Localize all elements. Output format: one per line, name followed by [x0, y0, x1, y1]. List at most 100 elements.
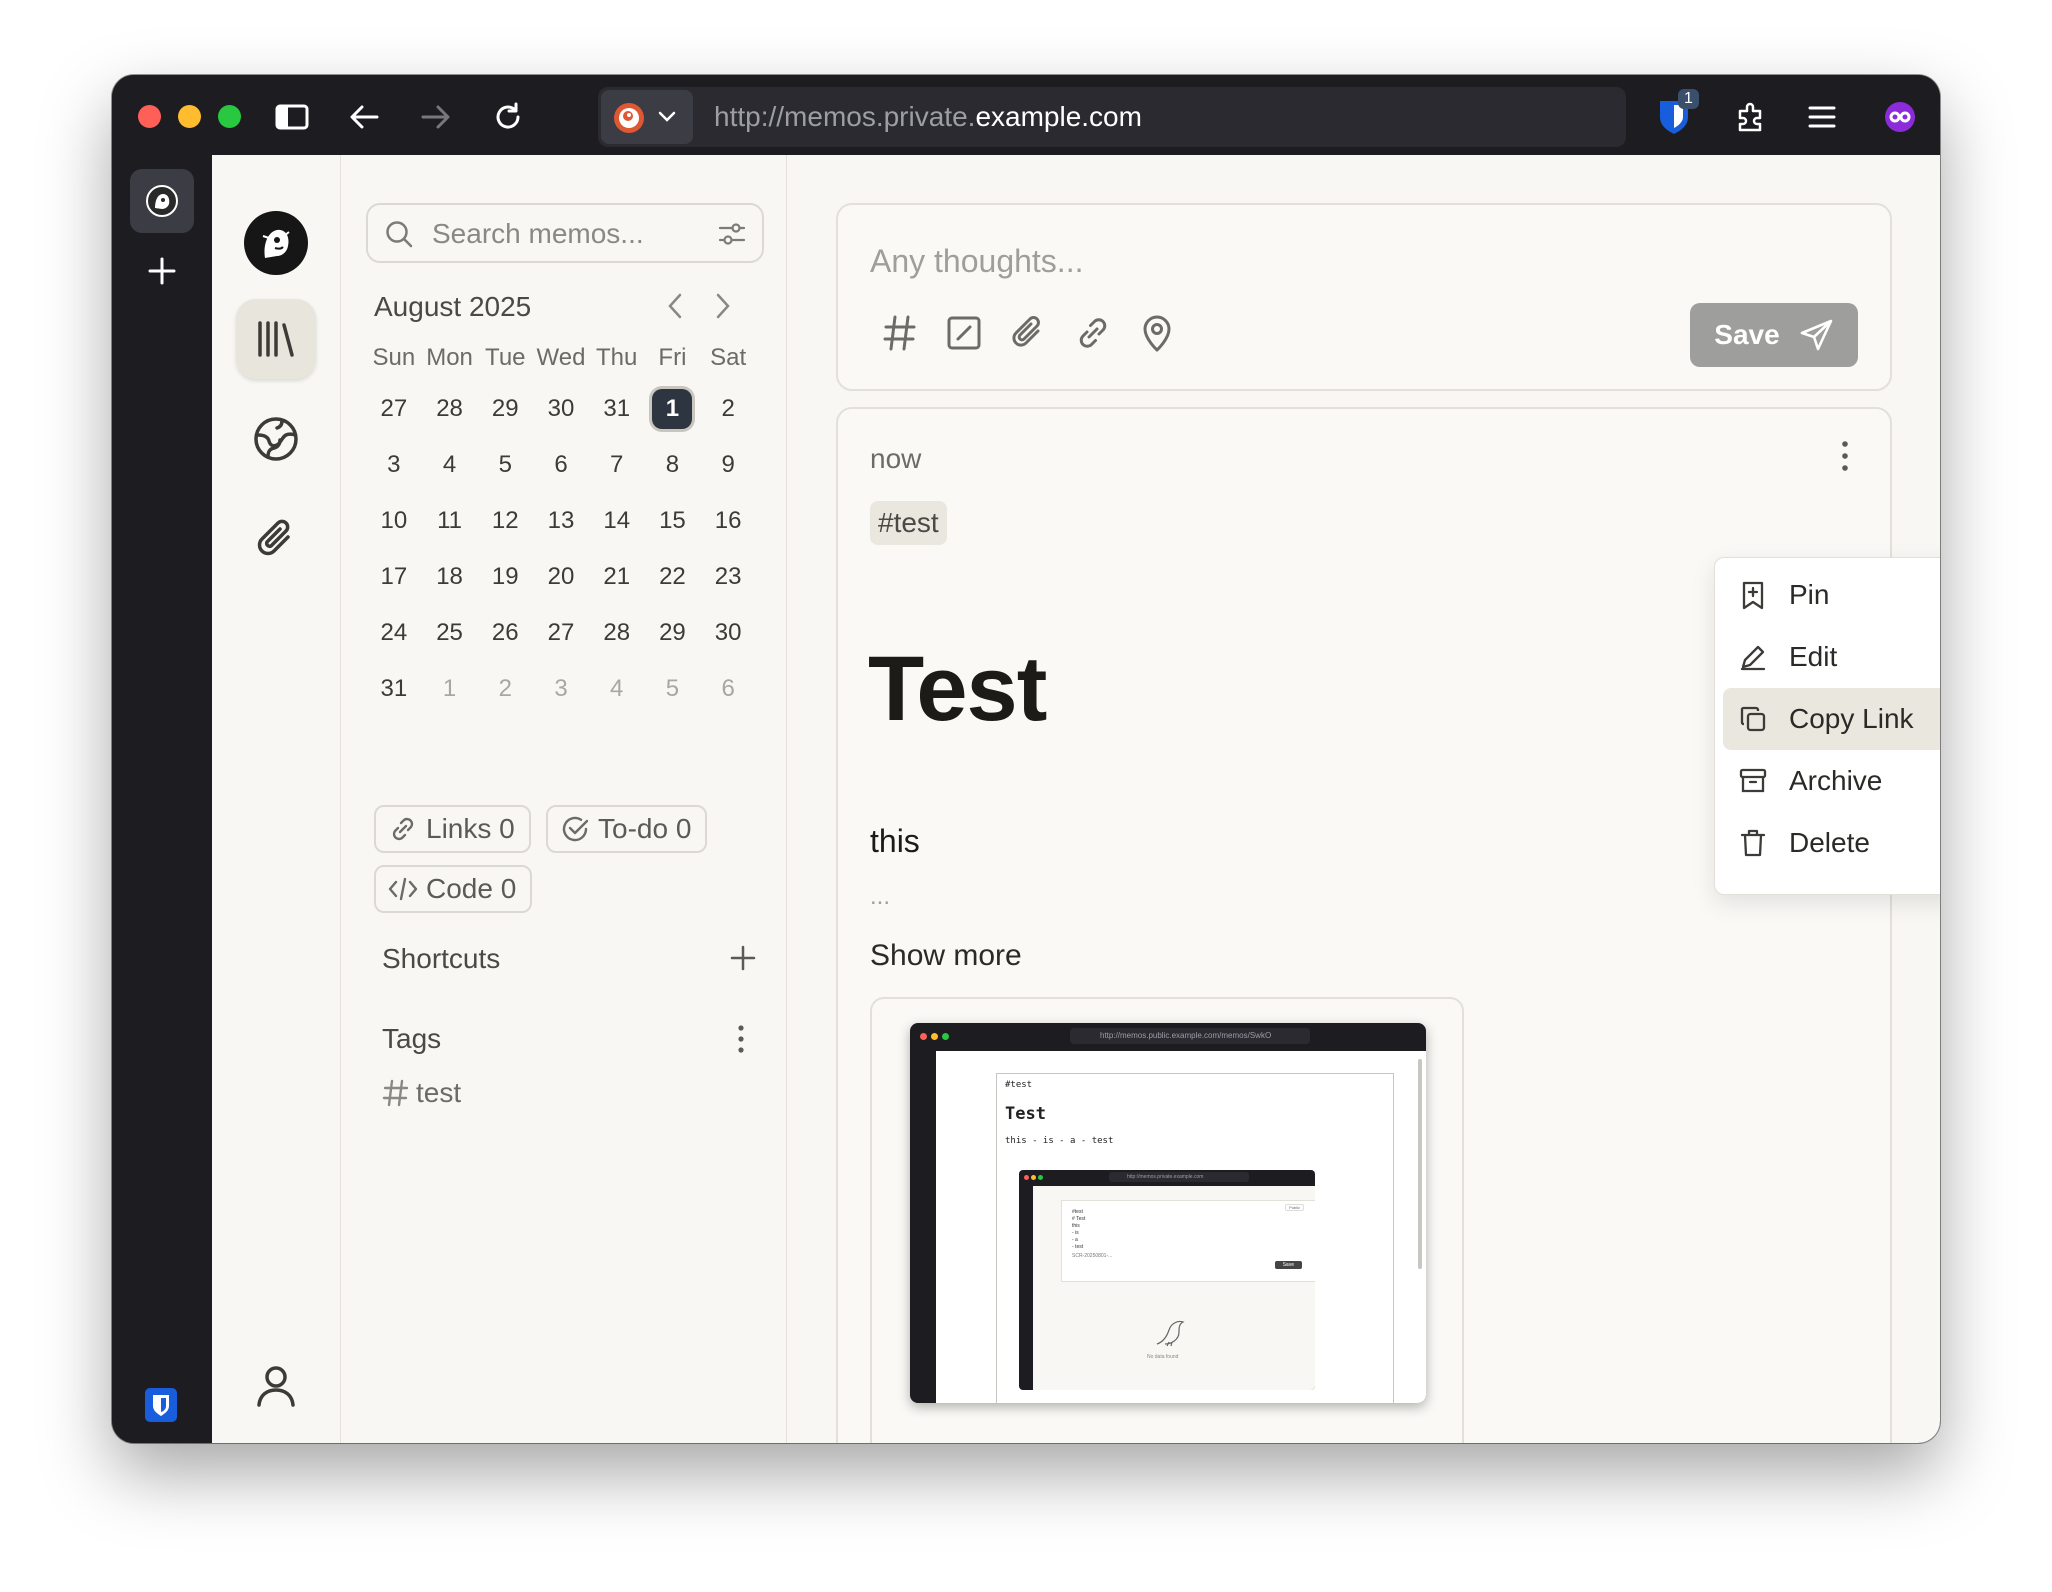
- calendar-day[interactable]: 29: [477, 381, 533, 437]
- nav-attachments-icon[interactable]: [254, 515, 298, 563]
- calendar-day[interactable]: 28: [422, 381, 478, 437]
- bitwarden-extension-icon[interactable]: 1: [1652, 89, 1699, 139]
- calendar-day[interactable]: 23: [700, 549, 756, 605]
- minimize-window-button[interactable]: [178, 105, 201, 128]
- extensions-puzzle-icon[interactable]: [1728, 95, 1772, 139]
- save-button[interactable]: Save: [1690, 303, 1858, 367]
- calendar-prev-icon[interactable]: [664, 291, 688, 321]
- calendar-day[interactable]: 10: [366, 493, 422, 549]
- memo-tag[interactable]: #test: [870, 501, 947, 545]
- calendar-day[interactable]: 6: [533, 437, 589, 493]
- calendar-day[interactable]: 22: [645, 549, 701, 605]
- calendar-day-label: 9: [721, 451, 735, 478]
- calendar-day[interactable]: 5: [645, 661, 701, 717]
- calendar-day[interactable]: 30: [700, 605, 756, 661]
- calendar-day[interactable]: 3: [366, 437, 422, 493]
- menu-archive-label: Archive: [1789, 765, 1883, 796]
- back-icon[interactable]: [342, 95, 386, 139]
- app-logo[interactable]: [244, 211, 308, 275]
- tag-hash-icon[interactable]: [882, 313, 918, 353]
- calendar-day[interactable]: 11: [422, 493, 478, 549]
- calendar-day[interactable]: 2: [700, 381, 756, 437]
- memos-webpanel-button[interactable]: [130, 169, 194, 233]
- add-shortcut-icon[interactable]: [728, 943, 758, 973]
- show-more-link[interactable]: Show more: [870, 939, 1022, 973]
- link-icon[interactable]: [1074, 314, 1112, 352]
- forward-icon[interactable]: [414, 95, 458, 139]
- calendar-day-label: 21: [603, 563, 631, 590]
- menu-hamburger-icon[interactable]: [1800, 95, 1844, 139]
- attachment-icon[interactable]: [1010, 313, 1046, 353]
- calendar-day[interactable]: 4: [589, 661, 645, 717]
- add-webpanel-icon[interactable]: [144, 253, 180, 289]
- calendar-day[interactable]: 5: [477, 437, 533, 493]
- calendar-day[interactable]: 4: [422, 437, 478, 493]
- calendar-day[interactable]: 21: [589, 549, 645, 605]
- nav-home-button[interactable]: [236, 299, 316, 379]
- calendar-day[interactable]: 14: [589, 493, 645, 549]
- calendar-day[interactable]: 15: [645, 493, 701, 549]
- tag-item-test[interactable]: test: [382, 1077, 461, 1109]
- calendar-day[interactable]: 28: [589, 605, 645, 661]
- search-input[interactable]: Search memos...: [366, 203, 764, 263]
- checkbox-icon[interactable]: [946, 315, 982, 351]
- calendar-day-label: 28: [436, 395, 463, 422]
- calendar-day[interactable]: 31: [366, 661, 422, 717]
- calendar-day[interactable]: 17: [366, 549, 422, 605]
- calendar-day[interactable]: 2: [477, 661, 533, 717]
- sidebar-toggle-icon[interactable]: [270, 95, 314, 139]
- stat-code[interactable]: Code 0: [374, 865, 533, 913]
- calendar-day[interactable]: 3: [533, 661, 589, 717]
- location-pin-icon[interactable]: [1140, 313, 1174, 353]
- menu-item-copy-link[interactable]: Copy Link: [1723, 688, 1940, 750]
- memo-editor[interactable]: Any thoughts... Save: [836, 203, 1892, 391]
- menu-item-delete[interactable]: Delete: [1723, 812, 1940, 874]
- address-bar[interactable]: http://memos.private.example.com: [598, 87, 1626, 147]
- stat-todo[interactable]: To-do 0: [546, 805, 708, 853]
- calendar-day[interactable]: 26: [477, 605, 533, 661]
- calendar-day-label: 7: [610, 451, 624, 478]
- calendar-day[interactable]: 1: [645, 381, 701, 437]
- menu-item-edit[interactable]: Edit: [1723, 626, 1940, 688]
- calendar-day[interactable]: 8: [645, 437, 701, 493]
- tags-title: Tags: [382, 1023, 442, 1054]
- calendar-day[interactable]: 9: [700, 437, 756, 493]
- calendar-day[interactable]: 27: [533, 605, 589, 661]
- editor-input[interactable]: Any thoughts...: [870, 243, 1083, 280]
- calendar-day[interactable]: 25: [422, 605, 478, 661]
- calendar-day[interactable]: 13: [533, 493, 589, 549]
- calendar-day-label: 1: [652, 389, 693, 429]
- reload-icon[interactable]: [486, 95, 530, 139]
- calendar-day[interactable]: 7: [589, 437, 645, 493]
- calendar-month-label: August 2025: [374, 291, 532, 322]
- calendar-day[interactable]: 31: [589, 381, 645, 437]
- bitwarden-sidebar-icon[interactable]: [144, 1387, 178, 1423]
- calendar-day[interactable]: 12: [477, 493, 533, 549]
- attachment-preview[interactable]: http://memos.public.example.com/memos/Sw…: [870, 997, 1464, 1443]
- maximize-window-button[interactable]: [218, 105, 241, 128]
- memo-time[interactable]: now: [870, 443, 921, 475]
- calendar-day[interactable]: 29: [645, 605, 701, 661]
- nav-profile-icon[interactable]: [254, 1363, 298, 1407]
- calendar-day[interactable]: 24: [366, 605, 422, 661]
- duckduckgo-shield-button[interactable]: [601, 90, 693, 144]
- menu-copy-link-label: Copy Link: [1789, 703, 1914, 734]
- calendar-next-icon[interactable]: [710, 291, 734, 321]
- menu-item-archive[interactable]: Archive: [1723, 750, 1940, 812]
- url-text[interactable]: http://memos.private.example.com: [714, 101, 1142, 133]
- stat-links[interactable]: Links 0: [374, 805, 531, 853]
- calendar-day[interactable]: 27: [366, 381, 422, 437]
- menu-item-pin[interactable]: Pin: [1723, 564, 1940, 626]
- nav-explore-icon[interactable]: [252, 415, 300, 463]
- calendar-day[interactable]: 6: [700, 661, 756, 717]
- calendar-day[interactable]: 19: [477, 549, 533, 605]
- calendar-day[interactable]: 16: [700, 493, 756, 549]
- close-window-button[interactable]: [138, 105, 161, 128]
- tags-more-icon[interactable]: [734, 1023, 748, 1055]
- calendar-day[interactable]: 20: [533, 549, 589, 605]
- memo-more-icon[interactable]: [1838, 439, 1852, 473]
- calendar-day[interactable]: 18: [422, 549, 478, 605]
- nested-line: #test: [1072, 1209, 1083, 1215]
- calendar-day[interactable]: 1: [422, 661, 478, 717]
- calendar-day[interactable]: 30: [533, 381, 589, 437]
